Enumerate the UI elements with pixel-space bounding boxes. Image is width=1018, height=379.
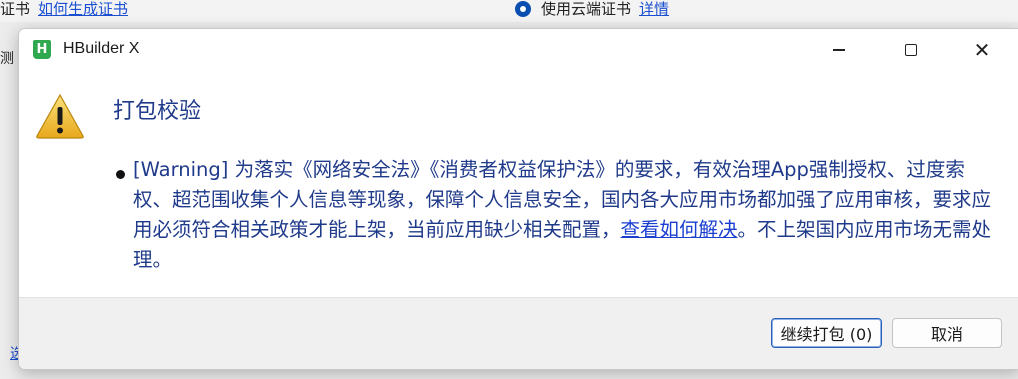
dialog-heading: 打包校验	[113, 99, 202, 124]
dialog-footer: 继续打包 (0) 取消	[19, 297, 1018, 369]
dialog-titlebar[interactable]: H HBuilder X ✕	[19, 29, 1018, 71]
cloud-cert-label: 使用云端证书	[541, 0, 632, 18]
radio-selected-icon[interactable]	[515, 1, 531, 17]
background-side-text: 测	[0, 51, 14, 67]
background-toolbar: 证书 如何生成证书 使用云端证书 详情	[0, 0, 1018, 22]
continue-pack-button[interactable]: 继续打包 (0)	[771, 318, 882, 348]
background-cert-label: 证书	[0, 0, 31, 18]
details-link[interactable]: 详情	[639, 0, 669, 18]
dialog-content: 打包校验 [Warning] 为落实《网络安全法》《消费者权益保护法》的要求，有…	[19, 71, 1018, 297]
warning-message: [Warning] 为落实《网络安全法》《消费者权益保护法》的要求，有效治理Ap…	[133, 155, 1003, 275]
cloud-cert-option[interactable]: 使用云端证书 详情	[515, 0, 669, 18]
minimize-icon	[833, 49, 845, 51]
pack-check-dialog: H HBuilder X ✕ 打包校验 [Warning] 为落实《网络安全法》…	[18, 28, 1018, 370]
close-button[interactable]: ✕	[947, 29, 1017, 71]
bullet-icon	[116, 170, 125, 179]
warning-triangle-icon	[36, 93, 84, 139]
cancel-button[interactable]: 取消	[892, 318, 1002, 348]
hbuilder-app-icon: H	[33, 40, 51, 59]
maximize-button[interactable]	[876, 29, 946, 71]
background-cert-row: 证书 如何生成证书	[0, 0, 128, 18]
view-solution-link[interactable]: 查看如何解决	[621, 218, 738, 241]
how-to-generate-cert-link[interactable]: 如何生成证书	[38, 0, 128, 18]
maximize-icon	[905, 44, 917, 56]
close-icon: ✕	[973, 38, 991, 62]
minimize-button[interactable]	[804, 29, 874, 71]
dialog-title: HBuilder X	[63, 40, 140, 57]
